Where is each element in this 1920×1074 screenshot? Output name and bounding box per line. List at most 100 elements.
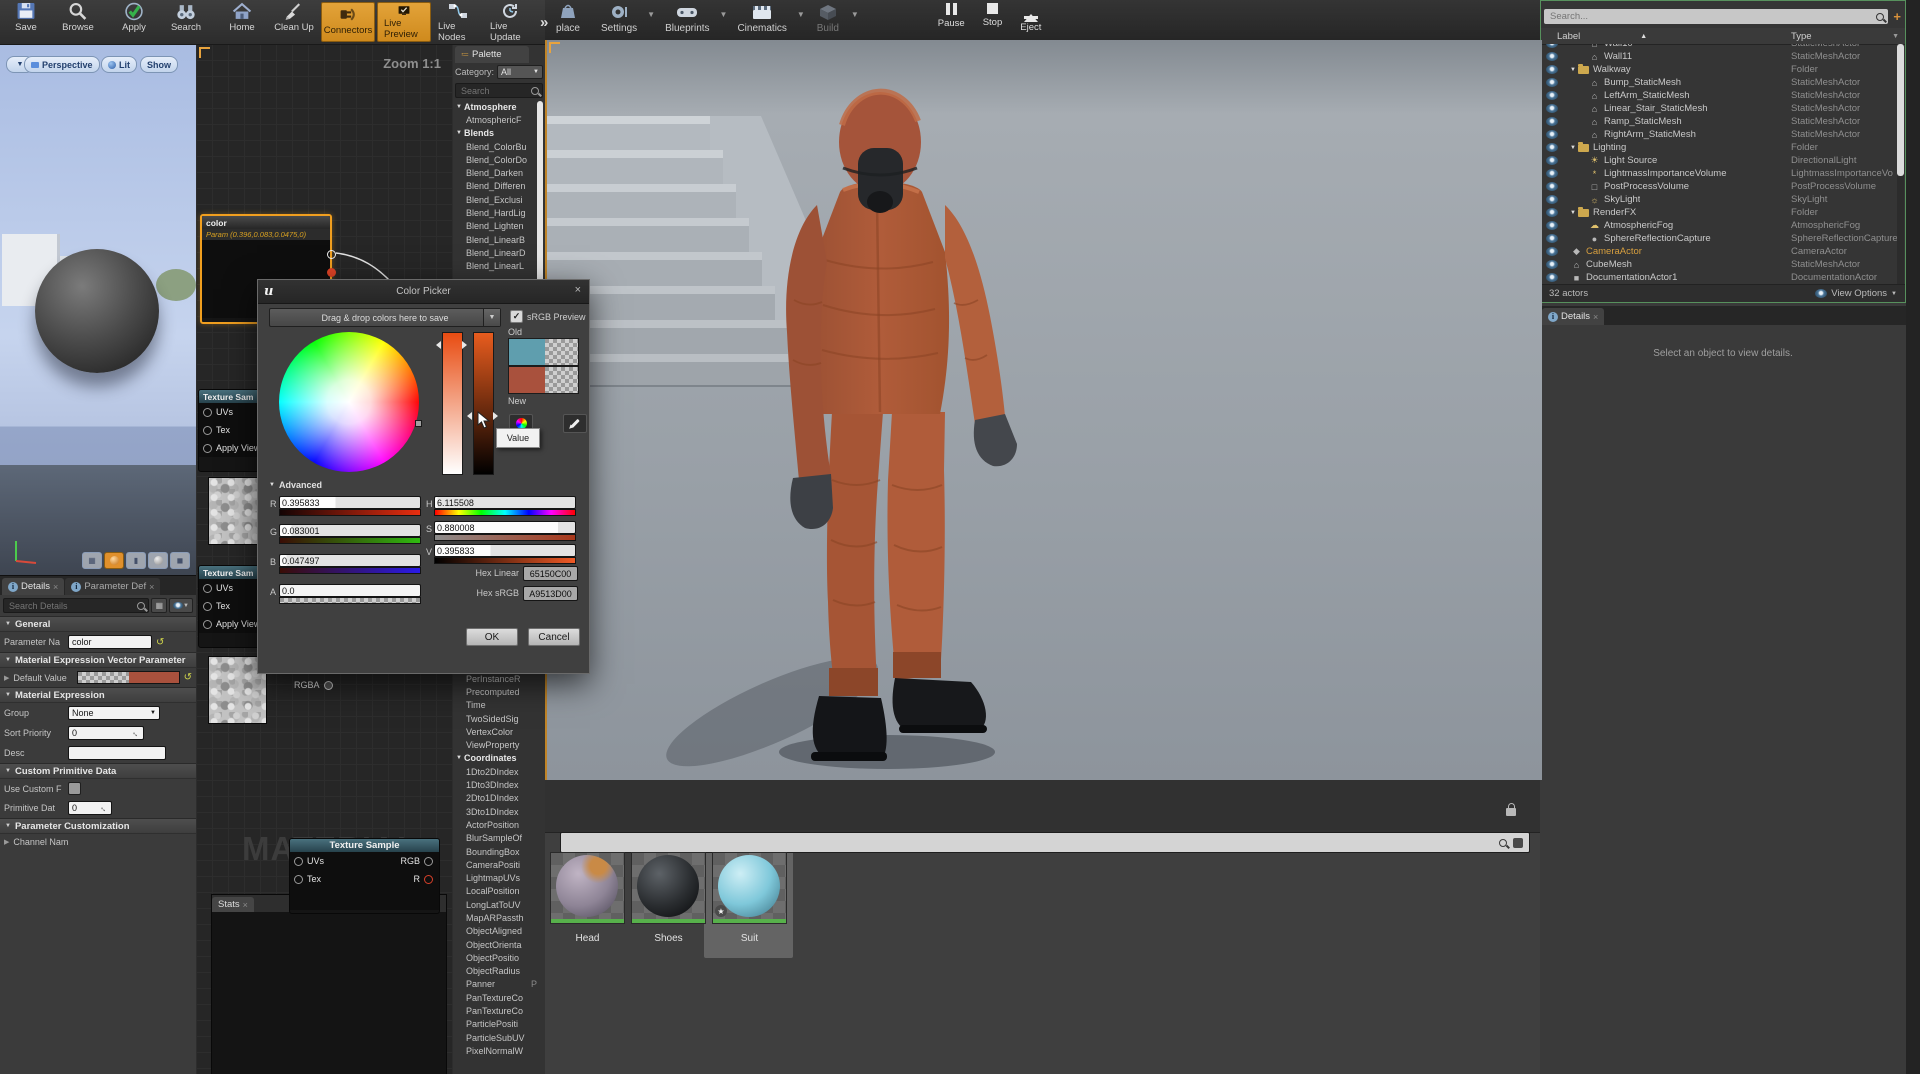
- column-label[interactable]: Label: [1557, 31, 1580, 42]
- outliner-row[interactable]: ▼ ☀ Light Source DirectionalLight: [1541, 154, 1905, 167]
- output-pin-red[interactable]: [327, 268, 336, 277]
- outliner-search-input[interactable]: [1544, 9, 1888, 24]
- build-caret-icon[interactable]: ▼: [851, 10, 859, 19]
- palette-item[interactable]: ParticlePositi: [453, 1018, 545, 1031]
- palette-item[interactable]: BlurSampleOf: [453, 832, 545, 845]
- expand-icon[interactable]: ▶: [4, 838, 9, 846]
- expand-arrow-icon[interactable]: ▼: [1570, 67, 1576, 73]
- eyedropper-button[interactable]: [563, 414, 587, 433]
- apply-button[interactable]: Apply: [108, 0, 160, 44]
- color-wheel-selector[interactable]: [415, 420, 422, 427]
- desc-field[interactable]: [68, 746, 166, 760]
- visibility-eye-icon[interactable]: [1546, 156, 1558, 165]
- palette-item[interactable]: 1Dto2DIndex: [453, 765, 545, 778]
- palette-item[interactable]: Blend_Lighten: [453, 220, 545, 233]
- palette-item[interactable]: Blend_HardLig: [453, 206, 545, 219]
- palette-item[interactable]: Time: [453, 699, 545, 712]
- cinematics-caret-icon[interactable]: ▼: [797, 10, 805, 19]
- palette-item[interactable]: ActorPosition: [453, 818, 545, 831]
- palette-item[interactable]: Atmosphere: [453, 100, 545, 113]
- hex-srgb-value[interactable]: A9513D00: [523, 586, 578, 601]
- details-search-input[interactable]: [3, 598, 150, 613]
- outliner-row[interactable]: ▼ ⌂ LeftArm_StaticMesh StaticMeshActor: [1541, 89, 1905, 102]
- visibility-eye-icon[interactable]: [1546, 117, 1558, 126]
- visibility-eye-icon[interactable]: [1546, 52, 1558, 61]
- visibility-eye-icon[interactable]: [1546, 169, 1558, 178]
- section-material-expression[interactable]: Material Expression: [0, 687, 196, 703]
- toolbar-overflow-chevron[interactable]: »: [536, 14, 552, 31]
- input-pin[interactable]: [203, 443, 212, 453]
- primitive-data-field[interactable]: 0 ↔: [68, 801, 112, 815]
- perspective-button[interactable]: Perspective: [24, 56, 100, 73]
- palette-item[interactable]: Blend_LinearB: [453, 233, 545, 246]
- b-channel-input[interactable]: [279, 554, 421, 567]
- palette-item[interactable]: LocalPosition: [453, 885, 545, 898]
- value-handle[interactable]: [493, 412, 498, 420]
- material-preview-viewport[interactable]: ▼ Perspective Lit Show ▦ ▮ ◼: [0, 44, 197, 575]
- visibility-eye-icon[interactable]: [1546, 273, 1558, 282]
- preview-shape-ball-button[interactable]: [148, 552, 168, 569]
- v-gradient-strip[interactable]: [434, 557, 576, 564]
- preview-shape-cylinder-button[interactable]: ▮: [126, 552, 146, 569]
- lit-mode-button[interactable]: Lit: [101, 56, 137, 73]
- view-options-button[interactable]: View Options ▼: [1815, 288, 1897, 299]
- palette-item[interactable]: Blend_ColorDo: [453, 153, 545, 166]
- output-pin[interactable]: [327, 250, 336, 259]
- visibility-eye-icon[interactable]: [1546, 44, 1558, 48]
- section-custom-primitive-data[interactable]: Custom Primitive Data: [0, 763, 196, 779]
- old-color-swatch[interactable]: [508, 338, 579, 366]
- blueprints-caret-icon[interactable]: ▼: [720, 10, 728, 19]
- palette-item[interactable]: 3Dto1DIndex: [453, 805, 545, 818]
- outliner-row[interactable]: ▼ ☁ AtmosphericFog AtmosphericFog: [1541, 219, 1905, 232]
- a-channel-input[interactable]: [279, 584, 421, 597]
- save-button[interactable]: Save: [0, 0, 52, 44]
- group-dropdown[interactable]: None ▼: [68, 706, 160, 720]
- visibility-eye-icon[interactable]: [1546, 143, 1558, 152]
- section-vector-parameter[interactable]: Material Expression Vector Parameter: [0, 652, 196, 668]
- outliner-row[interactable]: ▼ ■ DocumentationActor1 DocumentationAct…: [1541, 271, 1905, 284]
- output-pin[interactable]: [424, 856, 433, 866]
- input-pin[interactable]: [203, 601, 212, 611]
- connectors-toggle[interactable]: Connectors: [321, 2, 375, 42]
- rgba-output-pin[interactable]: RGBA: [294, 680, 333, 690]
- build-button[interactable]: Build: [805, 0, 851, 34]
- add-filter-icon[interactable]: +: [1893, 9, 1901, 24]
- palette-item[interactable]: ObjectPositio: [453, 951, 545, 964]
- visibility-eye-icon[interactable]: [1546, 208, 1558, 217]
- live-nodes-toggle[interactable]: Live Nodes: [432, 0, 484, 44]
- visibility-filter-button[interactable]: ▼: [169, 598, 193, 613]
- visibility-eye-icon[interactable]: [1546, 234, 1558, 243]
- value-slider[interactable]: [473, 332, 494, 475]
- section-general[interactable]: General: [0, 616, 196, 632]
- browse-button[interactable]: Browse: [52, 0, 104, 44]
- expand-icon[interactable]: ▶: [4, 674, 9, 682]
- tab-details[interactable]: i Details ×: [2, 578, 65, 595]
- output-pin[interactable]: [323, 680, 333, 690]
- eject-button[interactable]: Eject: [1011, 0, 1050, 33]
- palette-item[interactable]: Precomputed: [453, 685, 545, 698]
- h-channel-input[interactable]: [434, 496, 576, 509]
- blueprints-button[interactable]: Blueprints: [655, 0, 719, 34]
- palette-item[interactable]: ObjectAligned: [453, 925, 545, 938]
- outliner-row[interactable]: ▼ Walkway Folder: [1541, 63, 1905, 76]
- g-gradient-strip[interactable]: [279, 537, 421, 544]
- hex-linear-value[interactable]: 65150C00: [523, 566, 578, 581]
- palette-item[interactable]: 2Dto1DIndex: [453, 792, 545, 805]
- palette-item[interactable]: PanTextureCo: [453, 1004, 545, 1017]
- visibility-eye-icon[interactable]: [1546, 91, 1558, 100]
- dialog-titlebar[interactable]: Color Picker u ×: [258, 280, 589, 304]
- search-button[interactable]: Search: [160, 0, 212, 44]
- lock-icon[interactable]: [1506, 803, 1516, 816]
- close-icon[interactable]: ×: [243, 900, 248, 910]
- category-dropdown[interactable]: All ▼: [497, 65, 543, 79]
- input-pin[interactable]: [203, 425, 212, 435]
- cancel-button[interactable]: Cancel: [528, 628, 580, 646]
- outliner-row[interactable]: ▼ * LightmassImportanceVolume LightmassI…: [1541, 167, 1905, 180]
- outliner-row[interactable]: ▼ ⌂ RightArm_StaticMesh StaticMeshActor: [1541, 128, 1905, 141]
- v-channel-input[interactable]: [434, 544, 576, 557]
- s-channel-input[interactable]: [434, 521, 576, 534]
- visibility-eye-icon[interactable]: [1546, 260, 1558, 269]
- visibility-eye-icon[interactable]: [1546, 78, 1558, 87]
- reset-to-default-icon[interactable]: ↺: [184, 672, 192, 683]
- visibility-eye-icon[interactable]: [1546, 182, 1558, 191]
